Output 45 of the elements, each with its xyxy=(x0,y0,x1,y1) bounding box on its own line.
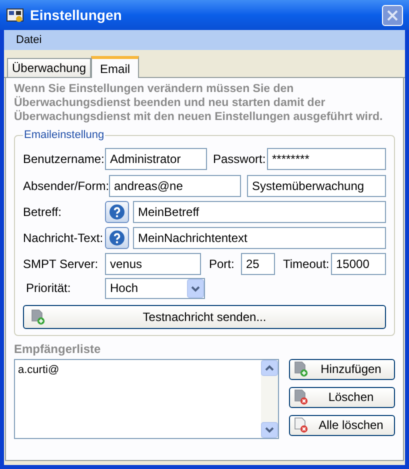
chevron-down-icon xyxy=(187,278,204,298)
list-action-button[interactable]: Hinzufügen xyxy=(289,358,395,380)
document-icon xyxy=(293,417,309,433)
message-field[interactable]: MeinNachrichtentext xyxy=(133,226,386,248)
scroll-up-icon[interactable] xyxy=(261,360,278,376)
list-action-button[interactable]: Alle löschen xyxy=(289,414,395,436)
tab[interactable]: Überwachung xyxy=(7,58,92,77)
window-title: Einstellungen xyxy=(30,6,123,25)
help-button[interactable] xyxy=(105,200,129,222)
sender-address-field[interactable]: andreas@ne xyxy=(109,174,241,196)
help-button[interactable] xyxy=(105,226,129,248)
port-field[interactable]: 25 xyxy=(241,252,275,274)
close-icon xyxy=(387,10,398,20)
question-mark-icon xyxy=(109,204,125,220)
scroll-down-icon[interactable] xyxy=(261,422,278,438)
test-message-button[interactable]: Testnachricht senden... xyxy=(23,304,386,328)
document-icon xyxy=(293,361,309,377)
field-label: Timeout: xyxy=(283,256,330,272)
sender-name-field[interactable]: Systemüberwachung xyxy=(247,174,386,196)
tab[interactable]: Email xyxy=(91,56,140,78)
priority-dropdown[interactable]: Hoch xyxy=(105,278,205,298)
document-icon xyxy=(293,389,309,405)
app-icon xyxy=(6,7,24,23)
section-title: Empfängerliste xyxy=(14,340,102,358)
smtp-server-field[interactable]: venus xyxy=(105,252,201,274)
question-mark-icon xyxy=(109,230,125,246)
list-item[interactable]: a.curti@ xyxy=(18,362,258,378)
group-title: Emaileinstellung xyxy=(23,128,106,143)
field-label: Passwort: xyxy=(213,150,267,168)
username-field[interactable]: Administrator xyxy=(105,148,207,170)
field-label: SMPT Server: xyxy=(23,256,100,272)
field-label: Priorität: xyxy=(25,280,72,297)
field-label: Benutzername: xyxy=(23,150,105,168)
notice-text: Wenn Sie Einstellungen verändern müssen Sie den Überwachungsdienst beenden und neu starten damit der Überwachungsdienst mit den neuen Einstellungen ausgeführt wird. xyxy=(14,82,384,124)
timeout-field[interactable]: 15000 xyxy=(331,252,386,274)
password-field[interactable]: ******** xyxy=(267,148,386,170)
document-icon xyxy=(30,308,46,324)
menu-item[interactable]: Datei xyxy=(10,32,48,48)
field-label: Nachricht-Text: xyxy=(23,230,101,246)
field-label: Port: xyxy=(209,256,236,272)
list-action-button[interactable]: Löschen xyxy=(289,386,395,408)
close-button[interactable] xyxy=(382,4,403,26)
subject-field[interactable]: MeinBetreff xyxy=(133,200,386,222)
field-label: Absender/Form: xyxy=(23,178,109,194)
field-label: Betreff: xyxy=(23,204,62,220)
